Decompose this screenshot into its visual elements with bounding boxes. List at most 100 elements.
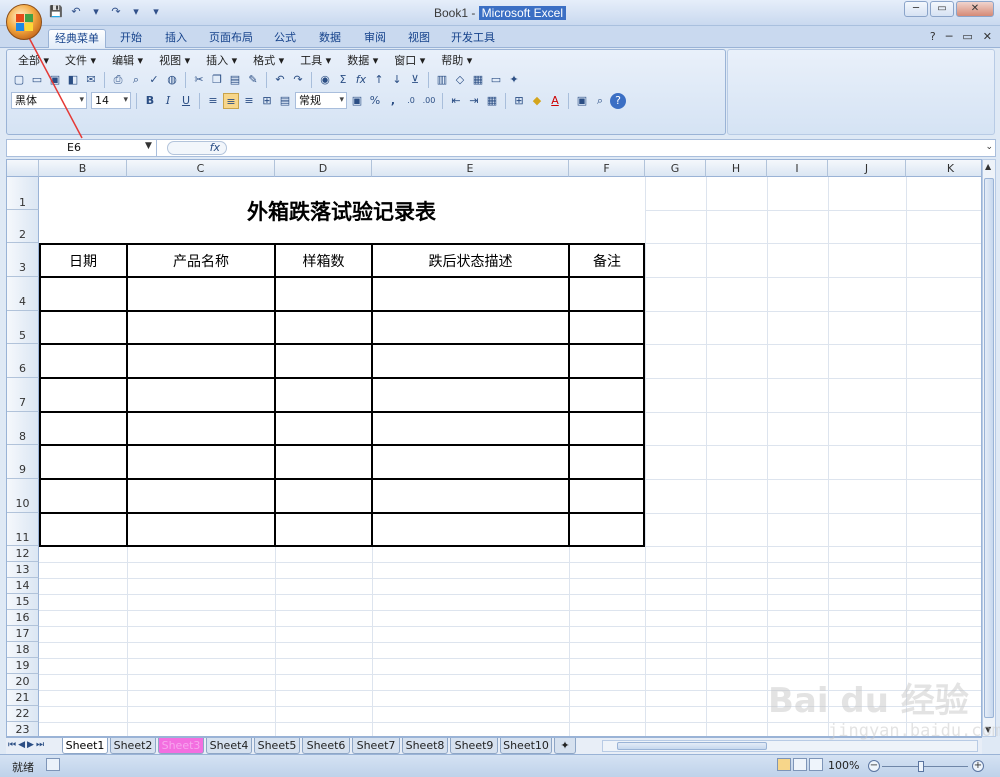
vertical-scrollbar[interactable]: ▲ ▼ (982, 159, 996, 737)
row-header[interactable]: 1 (7, 177, 39, 210)
menu-insert[interactable]: 插入 ▾ (199, 53, 246, 69)
row-header[interactable]: 14 (7, 578, 39, 594)
tab-developer[interactable]: 开发工具 (444, 29, 502, 48)
align-right-icon[interactable]: ≡ (241, 93, 257, 109)
sheet-tab[interactable]: Sheet7 (352, 738, 400, 754)
insert-function-icon[interactable]: fx (353, 72, 369, 88)
row-header[interactable]: 12 (7, 546, 39, 562)
help-icon[interactable]: ? (610, 92, 626, 109)
menu-all[interactable]: 全部 ▾ (11, 53, 58, 69)
worksheet-grid[interactable]: B C D E F G H I J K 1 2 3 4 5 6 7 8 9 10… (6, 159, 982, 737)
row-header[interactable]: 18 (7, 642, 39, 658)
redo-icon[interactable]: ↷ (290, 72, 306, 88)
paste-icon[interactable]: ▤ (227, 72, 243, 88)
scroll-down-icon[interactable]: ▼ (985, 725, 991, 734)
horizontal-scrollbar[interactable] (602, 740, 978, 752)
sparkle-icon[interactable]: ✦ (506, 72, 522, 88)
sheet-tab[interactable]: Sheet5 (254, 738, 300, 754)
grid-icon[interactable]: ▦ (470, 72, 486, 88)
tab-review[interactable]: 审阅 (356, 29, 394, 48)
column-header[interactable]: J (828, 160, 906, 177)
email-icon[interactable]: ✉ (83, 72, 99, 88)
increase-indent-icon[interactable]: ⇥ (466, 93, 482, 109)
tab-formulas[interactable]: 公式 (266, 29, 304, 48)
number-format-select[interactable]: 常规 (295, 92, 347, 109)
font-name-select[interactable]: 黑体 (11, 92, 87, 109)
workbook-restore-button[interactable]: ▭ (962, 30, 972, 43)
font-color-icon[interactable]: A (547, 93, 563, 109)
row-header[interactable]: 19 (7, 658, 39, 674)
first-sheet-icon[interactable]: ⏮ (8, 740, 16, 750)
row-header[interactable]: 17 (7, 626, 39, 642)
row-header[interactable]: 15 (7, 594, 39, 610)
row-header[interactable]: 5 (7, 311, 39, 344)
row-header[interactable]: 23 (7, 722, 39, 736)
macro-record-icon[interactable] (46, 758, 60, 771)
menu-format[interactable]: 格式 ▾ (246, 53, 293, 69)
percent-button[interactable]: % (367, 93, 383, 109)
align-center-icon[interactable]: ≡ (223, 92, 239, 109)
vertical-scroll-thumb[interactable] (984, 178, 994, 718)
drawing-icon[interactable]: ◇ (452, 72, 468, 88)
column-header[interactable]: B (39, 160, 127, 177)
sheet-tab[interactable]: Sheet1 (62, 738, 108, 754)
workbook-minimize-button[interactable]: ─ (946, 30, 953, 43)
hyperlink-icon[interactable]: ◉ (317, 72, 333, 88)
comma-style-button[interactable]: , (385, 93, 401, 109)
menu-tools[interactable]: 工具 ▾ (293, 53, 340, 69)
folder-icon[interactable]: ▭ (488, 72, 504, 88)
close-button[interactable]: ✕ (956, 1, 994, 17)
autosum-icon[interactable]: Σ (335, 72, 351, 88)
spelling-icon[interactable]: ✓ (146, 72, 162, 88)
print-icon[interactable]: ⎙ (110, 72, 126, 88)
zoom-in-icon[interactable]: + (972, 760, 984, 772)
normal-view-button[interactable] (777, 758, 791, 771)
row-header[interactable]: 10 (7, 479, 39, 513)
font-size-select[interactable]: 14 (91, 92, 131, 109)
new-file-icon[interactable]: ▢ (11, 72, 27, 88)
prev-sheet-icon[interactable]: ◀ (18, 740, 25, 750)
column-header[interactable]: E (372, 160, 569, 177)
menu-window[interactable]: 窗口 ▾ (387, 53, 434, 69)
row-header[interactable]: 3 (7, 243, 39, 277)
research-icon[interactable]: ◍ (164, 72, 180, 88)
expand-formula-bar-icon[interactable]: ⌄ (985, 142, 993, 152)
sheet-tab[interactable]: Sheet2 (110, 738, 156, 754)
underline-button[interactable]: U (178, 93, 194, 109)
picture-icon[interactable]: ▣ (574, 93, 590, 109)
workbook-close-button[interactable]: ✕ (983, 30, 992, 43)
menu-file[interactable]: 文件 ▾ (58, 53, 105, 69)
next-sheet-icon[interactable]: ▶ (27, 740, 34, 750)
bold-button[interactable]: B (142, 93, 158, 109)
horizontal-scroll-thumb[interactable] (617, 742, 767, 750)
copy-icon[interactable]: ❐ (209, 72, 225, 88)
italic-button[interactable]: I (160, 93, 176, 109)
currency-icon[interactable]: ▣ (349, 93, 365, 109)
wrap-text-icon[interactable]: ▤ (277, 93, 293, 109)
page-break-view-button[interactable] (809, 758, 823, 771)
menu-view[interactable]: 视图 ▾ (152, 53, 199, 69)
sheet-tab[interactable]: Sheet6 (302, 738, 350, 754)
tab-page-layout[interactable]: 页面布局 (202, 29, 260, 48)
select-all-corner[interactable] (7, 160, 39, 177)
zoom-level[interactable]: 100% (828, 759, 859, 772)
row-header[interactable]: 13 (7, 562, 39, 578)
insert-sheet-icon[interactable]: ✦ (554, 738, 576, 754)
row-header[interactable]: 11 (7, 513, 39, 546)
cut-icon[interactable]: ✂ (191, 72, 207, 88)
menu-help[interactable]: 帮助 ▾ (434, 53, 481, 69)
decrease-decimal-icon[interactable]: .00 (421, 93, 437, 109)
format-painter-icon[interactable]: ✎ (245, 72, 261, 88)
column-header[interactable]: H (706, 160, 767, 177)
tab-data[interactable]: 数据 (310, 29, 350, 48)
help-icon[interactable]: ? (930, 30, 936, 43)
column-header[interactable]: F (569, 160, 645, 177)
increase-decimal-icon[interactable]: .0 (403, 93, 419, 109)
row-header[interactable]: 2 (7, 210, 39, 243)
row-header[interactable]: 20 (7, 674, 39, 690)
sort-descending-icon[interactable]: ↓ (389, 72, 405, 88)
column-header[interactable]: K (906, 160, 981, 177)
undo-icon[interactable]: ↶ (272, 72, 288, 88)
open-folder-icon[interactable]: ▭ (29, 72, 45, 88)
menu-data[interactable]: 数据 ▾ (340, 53, 387, 69)
